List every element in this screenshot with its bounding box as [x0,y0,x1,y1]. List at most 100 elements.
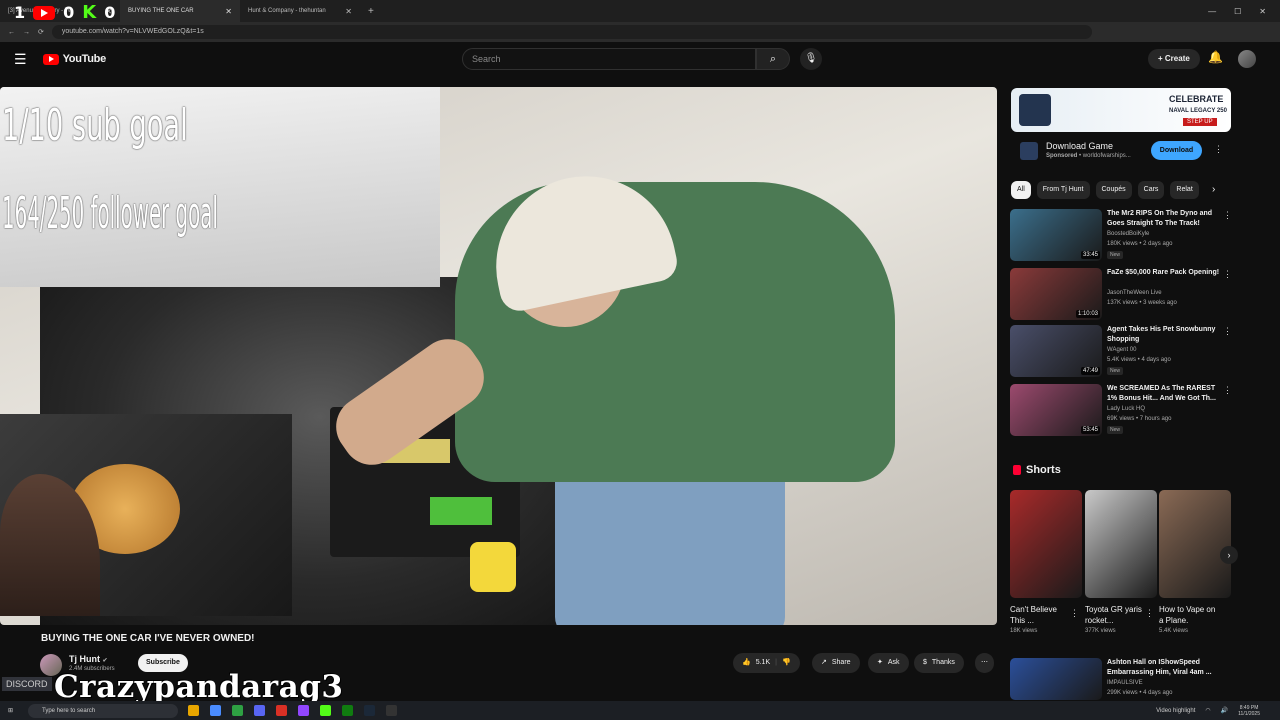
channel-name[interactable]: Tj Hunt ✔ [69,654,108,664]
video-thumbnail[interactable] [1010,658,1102,700]
video-meta: 5.4K views • 4 days ago [1107,357,1171,363]
chip-coupes[interactable]: Coupés [1095,181,1132,199]
channel-name[interactable]: Lady Luck HQ [1107,406,1145,412]
video-duration: 47:49 [1080,367,1100,375]
download-button[interactable]: Download [1151,141,1202,160]
chrome-icon[interactable] [276,705,287,716]
recommended-video[interactable]: 53:45 We SCREAMED As The RAREST 1% Bonus… [1010,384,1230,438]
hamburger-menu-icon[interactable]: ☰ [14,51,27,68]
chip-all[interactable]: All [1011,181,1031,199]
chevron-right-icon[interactable]: › [1212,184,1215,195]
video-thumbnail[interactable]: 47:49 [1010,325,1102,377]
short-menu-icon[interactable]: ⋮ [1145,608,1154,619]
back-icon[interactable]: ← [8,29,15,36]
browser-tab-active[interactable]: BUYING THE ONE CAR ✕ [120,0,240,22]
game-logo-icon [1019,94,1051,126]
recommended-video[interactable]: 33:45 The Mr2 RIPS On The Dyno and Goes … [1010,209,1230,263]
obs-icon[interactable] [386,705,397,716]
chip-from-channel[interactable]: From Tj Hunt [1036,181,1090,199]
taskbar-search-input[interactable]: Type here to search [28,703,178,718]
dislike-icon[interactable]: 👎 [782,653,791,673]
video-title[interactable]: Ashton Hall on IShowSpeed Embarrassing H… [1107,658,1220,678]
microphone-icon[interactable]: 🎙 [800,48,822,70]
chip-related[interactable]: Relat [1170,181,1199,199]
ad-menu-icon[interactable]: ⋮ [1214,144,1223,155]
video-thumbnail[interactable]: 33:45 [1010,209,1102,261]
channel-name-text: Tj Hunt [69,654,100,664]
reload-icon[interactable]: ⟳ [38,28,44,36]
video-title[interactable]: We SCREAMED As The RAREST 1% Bonus Hit..… [1107,384,1220,404]
edge-icon[interactable] [210,705,221,716]
short-views: 5.4K views [1159,628,1189,634]
channel-name[interactable]: JasonTheWeen Live [1107,290,1162,296]
like-count[interactable]: 5.1K [756,653,770,673]
youtube-header: ☰ YouTube Search ⌕ 🎙 + Create 🔔 [0,42,1280,76]
forward-icon[interactable]: → [23,29,30,36]
channel-name[interactable]: BoostedBoiKyle [1107,231,1149,237]
video-menu-icon[interactable]: ⋮ [1223,326,1232,337]
minimize-icon[interactable]: — [1208,7,1216,16]
kick-app-icon[interactable] [320,705,331,716]
spotify-icon[interactable] [232,705,243,716]
recommended-video[interactable]: 47:49 Agent Takes His Pet Snowbunny Shop… [1010,325,1230,379]
youtube-count: 0 [63,3,75,22]
file-explorer-icon[interactable] [188,705,199,716]
ad-banner[interactable]: CELEBRATE NAVAL LEGACY 250 STEP UP [1011,88,1231,132]
close-icon[interactable]: ✕ [225,7,232,16]
short-title[interactable]: How to Vape on a Plane. [1159,604,1219,626]
short-title[interactable]: Can't Believe This ... [1010,604,1070,626]
recommended-video[interactable]: Ashton Hall on IShowSpeed Embarrassing H… [1010,658,1230,702]
share-button[interactable]: ↗ Share [812,653,860,673]
video-menu-icon[interactable]: ⋮ [1223,210,1232,221]
video-title[interactable]: FaZe $50,000 Rare Pack Opening! [1107,268,1220,278]
twitch-icon[interactable] [298,705,309,716]
ad-title[interactable]: Download Game [1046,141,1113,151]
short-thumbnail[interactable] [1159,490,1231,598]
url-field[interactable]: youtube.com/watch?v=NLVWEdGOLzQ&t=1s [51,25,1092,39]
more-actions-button[interactable]: ⋯ [975,653,994,673]
windows-start-icon[interactable]: ⊞ [8,707,13,714]
search-icon[interactable]: ⌕ [756,48,790,70]
video-menu-icon[interactable]: ⋮ [1223,385,1232,396]
video-duration: 33:45 [1080,251,1100,259]
video-thumbnail[interactable]: 53:45 [1010,384,1102,436]
short-menu-icon[interactable]: ⋮ [1070,608,1079,619]
video-duration: 53:45 [1080,426,1100,434]
short-thumbnail[interactable] [1010,490,1082,598]
channel-name[interactable]: IMPAULSIVE [1107,680,1143,686]
chip-cars[interactable]: Cars [1137,181,1165,199]
video-menu-icon[interactable]: ⋮ [1223,269,1232,280]
new-tab-button[interactable]: + [360,6,382,17]
notifications-bell-icon[interactable]: 🔔 [1208,50,1223,64]
volume-icon[interactable]: 🔊 [1221,707,1228,714]
video-title[interactable]: Agent Takes His Pet Snowbunny Shopping [1107,325,1220,345]
channel-name[interactable]: WAgent 00 [1107,347,1136,353]
account-avatar[interactable] [1238,50,1256,68]
wifi-icon[interactable]: ◠ [1205,707,1210,714]
xbox-icon[interactable] [342,705,353,716]
search-input[interactable]: Search [462,48,756,70]
like-icon[interactable]: 👍 [742,653,751,673]
recommended-video[interactable]: 1:10:03 FaZe $50,000 Rare Pack Opening! … [1010,268,1230,322]
browser-tab[interactable]: Hunt & Company - thehuntan ✕ [240,0,360,22]
video-highlight-label[interactable]: Video highlight [1156,708,1195,714]
steam-icon[interactable] [364,705,375,716]
video-thumbnail[interactable]: 1:10:03 [1010,268,1102,320]
close-icon[interactable]: ✕ [345,7,352,16]
short-card[interactable]: How to Vape on a Plane. 5.4K views [1159,490,1231,634]
maximize-icon[interactable]: ☐ [1234,7,1241,16]
short-title[interactable]: Toyota GR yaris rocket... [1085,604,1145,626]
create-button[interactable]: + Create [1148,49,1200,69]
chevron-right-icon[interactable]: › [1220,546,1238,564]
youtube-logo[interactable]: YouTube [42,53,106,65]
close-window-icon[interactable]: ✕ [1259,7,1266,16]
thanks-button[interactable]: $ Thanks [914,653,964,673]
video-title[interactable]: The Mr2 RIPS On The Dyno and Goes Straig… [1107,209,1220,229]
video-title: BUYING THE ONE CAR I'VE NEVER OWNED! [41,633,255,644]
discord-icon[interactable] [254,705,265,716]
ask-button[interactable]: ✦ Ask [868,653,909,673]
ad-banner-text: CELEBRATE NAVAL LEGACY 250 [1169,94,1227,116]
short-thumbnail[interactable] [1085,490,1157,598]
taskbar-clock[interactable]: 8:49 PM 11/1/2025 [1238,705,1260,717]
ad-banner-cta[interactable]: STEP UP [1183,118,1217,126]
